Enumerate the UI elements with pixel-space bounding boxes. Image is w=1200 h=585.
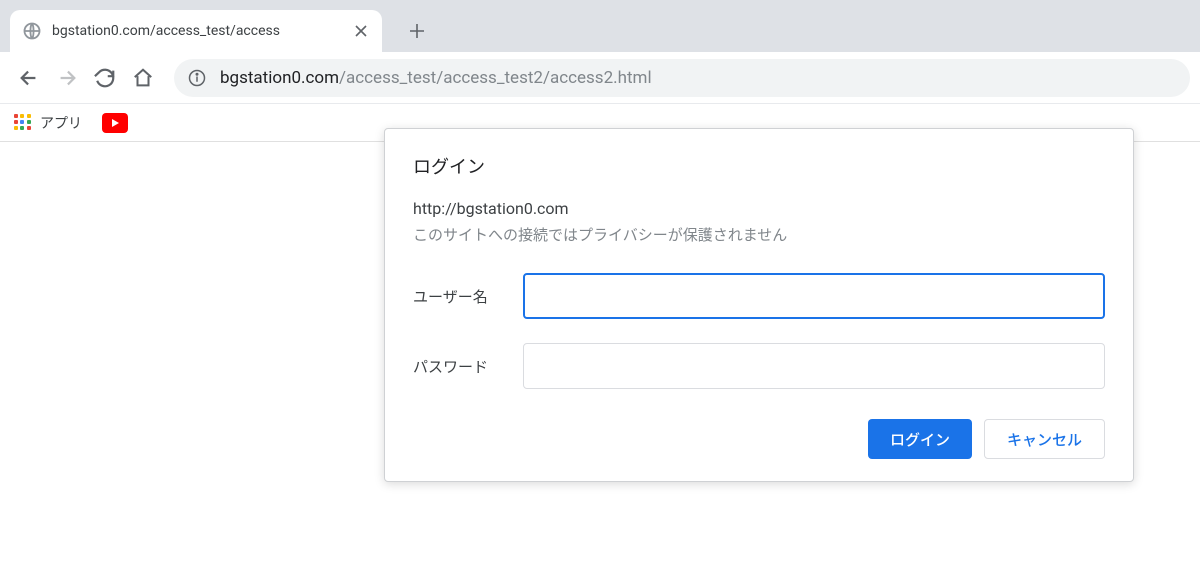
password-input[interactable] <box>523 343 1105 389</box>
tab-title: bgstation0.com/access_test/access <box>52 23 352 39</box>
username-label: ユーザー名 <box>413 286 523 307</box>
password-label: パスワード <box>413 356 523 377</box>
password-row: パスワード <box>413 343 1105 389</box>
username-row: ユーザー名 <box>413 273 1105 319</box>
url-text: bgstation0.com/access_test/access_test2/… <box>220 68 652 88</box>
dialog-title: ログイン <box>413 153 1105 179</box>
apps-icon <box>14 114 32 132</box>
address-bar[interactable]: bgstation0.com/access_test/access_test2/… <box>174 59 1190 97</box>
globe-icon <box>22 21 42 41</box>
dialog-actions: ログイン キャンセル <box>413 419 1105 459</box>
login-button[interactable]: ログイン <box>868 419 972 459</box>
dialog-warning: このサイトへの接続ではプライバシーが保護されません <box>413 224 1105 245</box>
new-tab-button[interactable] <box>400 14 434 48</box>
auth-dialog: ログイン http://bgstation0.com このサイトへの接続ではプラ… <box>384 128 1134 482</box>
cancel-button[interactable]: キャンセル <box>984 419 1105 459</box>
bookmark-apps[interactable]: アプリ <box>14 113 82 133</box>
bookmark-youtube[interactable] <box>102 113 128 133</box>
bookmark-apps-label: アプリ <box>40 113 82 133</box>
url-path: /access_test/access_test2/access2.html <box>339 68 652 88</box>
username-input[interactable] <box>523 273 1105 319</box>
reload-button[interactable] <box>86 59 124 97</box>
youtube-icon <box>102 113 128 133</box>
dialog-origin: http://bgstation0.com <box>413 199 1105 218</box>
forward-button[interactable] <box>48 59 86 97</box>
back-button[interactable] <box>10 59 48 97</box>
browser-tab[interactable]: bgstation0.com/access_test/access <box>10 10 382 52</box>
info-icon[interactable] <box>188 69 206 87</box>
tab-strip: bgstation0.com/access_test/access <box>0 0 1200 52</box>
url-domain: bgstation0.com <box>220 68 339 88</box>
toolbar: bgstation0.com/access_test/access_test2/… <box>0 52 1200 104</box>
home-button[interactable] <box>124 59 162 97</box>
close-icon[interactable] <box>352 22 370 40</box>
